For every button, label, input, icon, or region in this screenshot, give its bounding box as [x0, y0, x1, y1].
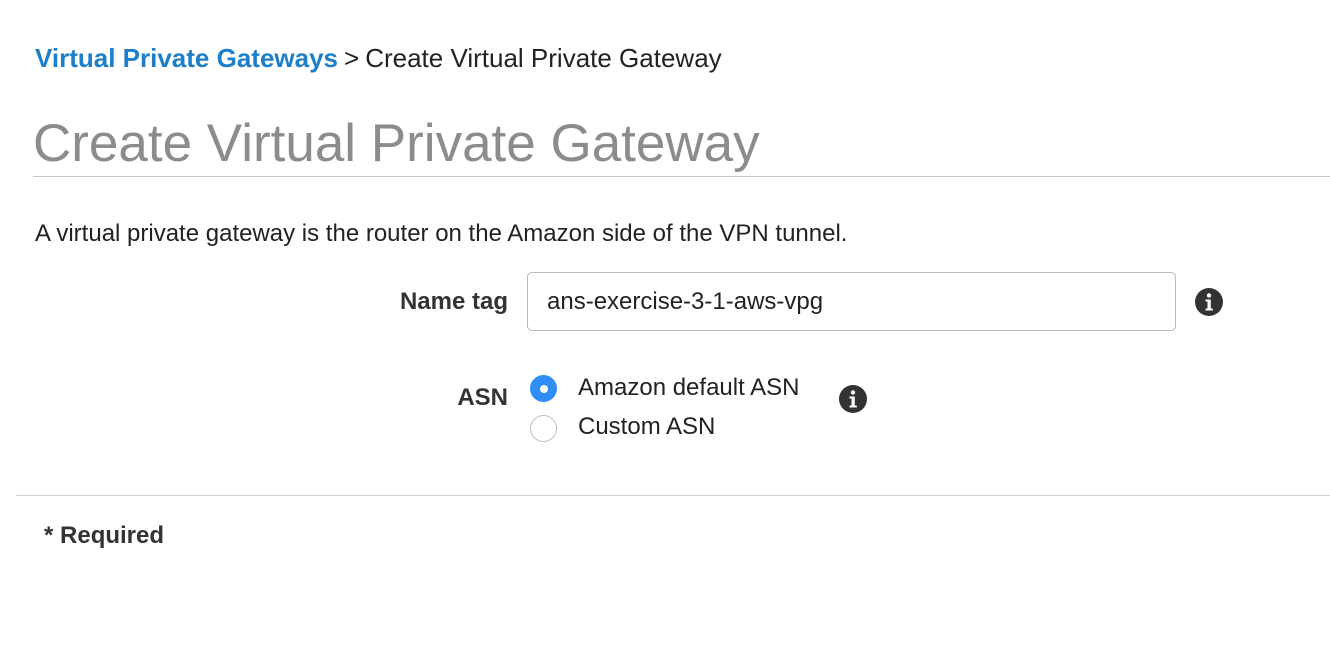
name-tag-input[interactable] — [527, 272, 1176, 331]
info-icon[interactable] — [838, 384, 868, 414]
name-tag-label: Name tag — [399, 288, 508, 315]
breadcrumb-link-virtual-private-gateways[interactable]: Virtual Private Gateways — [35, 43, 338, 73]
title-divider — [33, 176, 1330, 177]
asn-custom-radio[interactable] — [530, 415, 557, 442]
footer-divider — [16, 495, 1330, 496]
breadcrumb-current: Create Virtual Private Gateway — [365, 43, 722, 73]
page-title: Create Virtual Private Gateway — [33, 114, 760, 173]
breadcrumb: Virtual Private Gateways > Create Virtual … — [35, 42, 722, 74]
asn-label: ASN — [457, 384, 508, 411]
asn-amazon-default-radio[interactable] — [530, 375, 557, 402]
asn-custom-label[interactable]: Custom ASN — [578, 412, 715, 442]
breadcrumb-separator: > — [344, 43, 360, 73]
required-note: * Required — [44, 522, 165, 549]
info-icon[interactable] — [1194, 287, 1224, 317]
page-description: A virtual private gateway is the router … — [35, 220, 848, 247]
asn-amazon-default-label[interactable]: Amazon default ASN — [578, 373, 799, 403]
create-vpg-page: Virtual Private Gateways > Create Virtual … — [0, 0, 1330, 649]
